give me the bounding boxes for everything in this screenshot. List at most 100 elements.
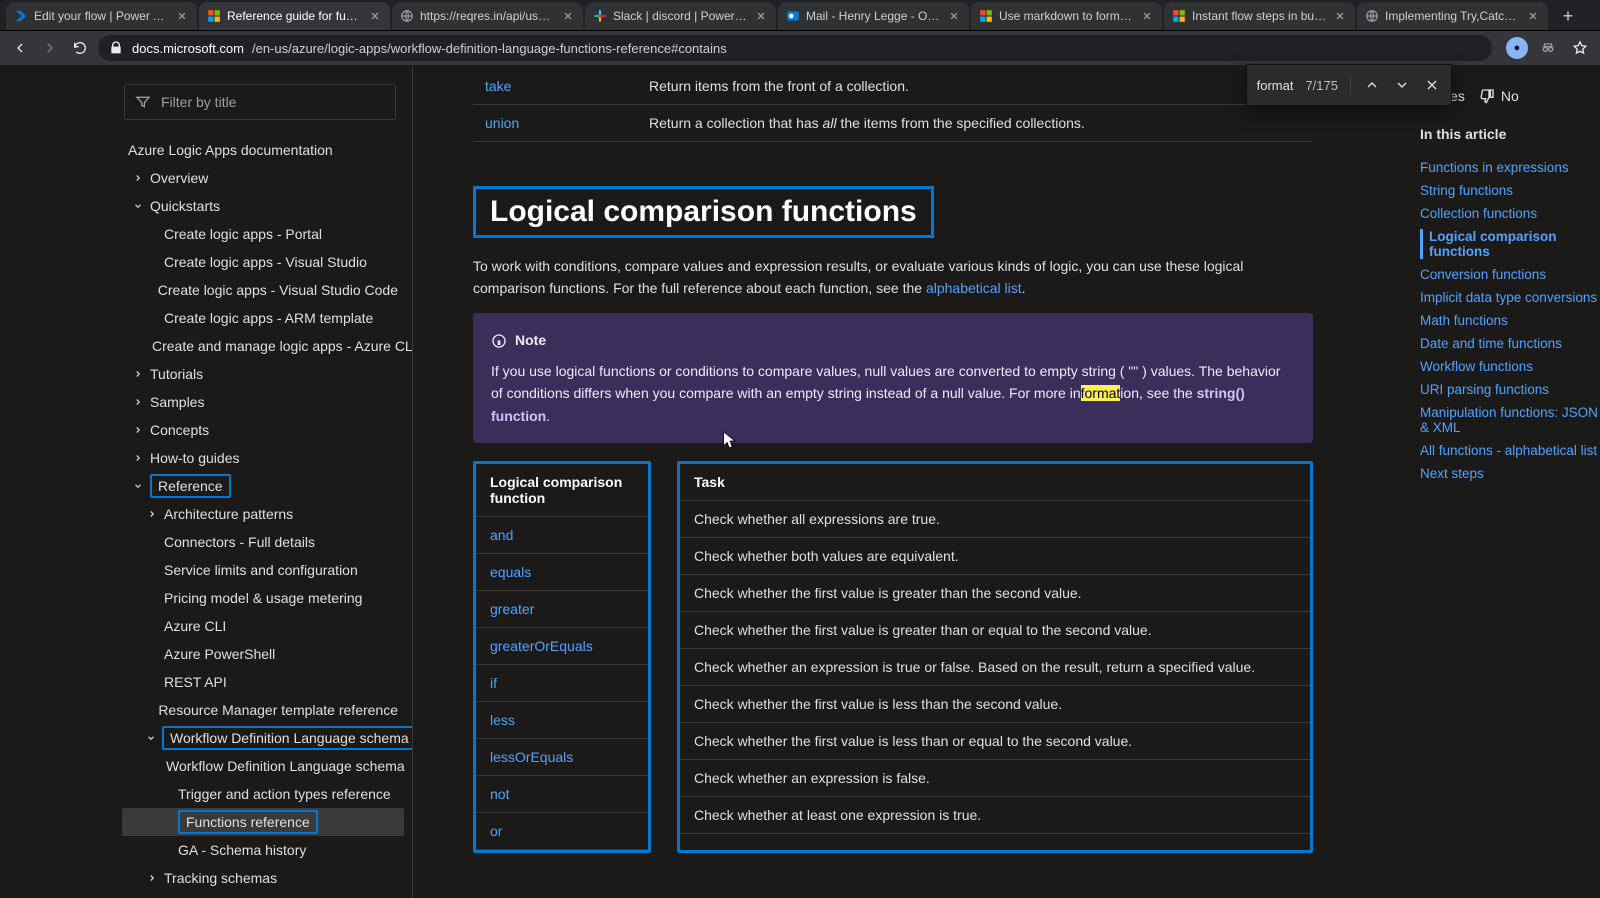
nav-item[interactable]: Samples [122, 388, 404, 416]
find-close-button[interactable] [1423, 76, 1441, 94]
nav-item[interactable]: How-to guides [122, 444, 404, 472]
nav-item-label: Create and manage logic apps - Azure CLI [152, 338, 413, 354]
nav-item[interactable]: Resource Manager template reference [122, 696, 404, 724]
nav-item[interactable]: Pricing model & usage metering [122, 584, 404, 612]
tab-close-icon[interactable] [754, 9, 768, 23]
nav-item[interactable]: Create logic apps - Visual Studio Code [122, 276, 404, 304]
browser-tab[interactable]: Edit your flow | Power Auto [6, 2, 197, 30]
fn-link[interactable]: and [490, 527, 513, 543]
toc-link[interactable]: Conversion functions [1420, 267, 1600, 282]
nav-item[interactable]: Overview [122, 164, 404, 192]
browser-tab[interactable]: Reference guide for functio [199, 2, 390, 30]
nav-item[interactable]: Reference [122, 472, 404, 500]
toc-link[interactable]: String functions [1420, 183, 1600, 198]
nav-item[interactable]: Create logic apps - Visual Studio [122, 248, 404, 276]
nav-item[interactable]: Concepts [122, 416, 404, 444]
browser-tab[interactable]: Instant flow steps in busines [1164, 2, 1355, 30]
nav-item[interactable]: Tutorials [122, 360, 404, 388]
fn-link[interactable]: greaterOrEquals [490, 638, 593, 654]
browser-tab[interactable]: Mail - Henry Legge - Outlo [778, 2, 969, 30]
feedback-no[interactable]: No [1479, 88, 1519, 104]
nav-item-label: Create logic apps - ARM template [164, 310, 373, 326]
nav-item[interactable]: Functions reference [122, 808, 404, 836]
toc-link[interactable]: Logical comparison functions [1420, 229, 1600, 259]
tab-close-icon[interactable] [175, 9, 189, 23]
nav-item[interactable]: Connectors - Full details [122, 528, 404, 556]
tab-favicon [1172, 9, 1186, 23]
nav-item[interactable]: Azure Policy built-ins [122, 892, 404, 898]
nav-item[interactable]: Create logic apps - Portal [122, 220, 404, 248]
fn-link[interactable]: greater [490, 601, 534, 617]
url-bar[interactable]: docs.microsoft.com/en-us/azure/logic-app… [98, 35, 1492, 61]
back-button[interactable] [8, 36, 32, 60]
tab-close-icon[interactable] [947, 9, 961, 23]
nav-item[interactable]: Create logic apps - ARM template [122, 304, 404, 332]
tab-close-icon[interactable] [561, 9, 575, 23]
reload-button[interactable] [68, 36, 92, 60]
browser-tab[interactable]: Use markdown to format Po [971, 2, 1162, 30]
toc-link[interactable]: URI parsing functions [1420, 382, 1600, 397]
nav-item[interactable]: Workflow Definition Language schema [122, 752, 404, 780]
right-pane: Yes No In this article Functions in expr… [1414, 64, 1600, 898]
nav-item[interactable]: Azure CLI [122, 612, 404, 640]
fn-link[interactable]: or [490, 823, 502, 839]
find-in-page[interactable]: format 7/175 [1246, 64, 1452, 106]
nav-item[interactable]: Azure PowerShell [122, 640, 404, 668]
nav-item-label: Create logic apps - Visual Studio Code [158, 282, 398, 298]
tab-favicon [1365, 9, 1379, 23]
chevron-right-icon [146, 873, 158, 883]
fn-link[interactable]: take [485, 78, 511, 94]
tab-title: Mail - Henry Legge - Outlo [806, 9, 941, 23]
compare-header-fn: Logical comparison function [476, 464, 648, 517]
table-row: lessOrEquals [476, 738, 648, 775]
nav-item[interactable]: REST API [122, 668, 404, 696]
fn-link[interactable]: union [485, 115, 519, 131]
toc-link[interactable]: All functions - alphabetical list [1420, 443, 1600, 458]
toc-link[interactable]: Next steps [1420, 466, 1600, 481]
filter-input[interactable]: Filter by title [124, 84, 396, 120]
tab-close-icon[interactable] [368, 9, 382, 23]
toc-link[interactable]: Manipulation functions: JSON & XML [1420, 405, 1600, 435]
nav-item[interactable]: GA - Schema history [122, 836, 404, 864]
fn-link[interactable]: equals [490, 564, 531, 580]
nav-item[interactable]: Architecture patterns [122, 500, 404, 528]
nav-item[interactable]: Tracking schemas [122, 864, 404, 892]
forward-button[interactable] [38, 36, 62, 60]
toc-link[interactable]: Workflow functions [1420, 359, 1600, 374]
alphabetical-list-link[interactable]: alphabetical list [926, 280, 1022, 296]
browser-tab[interactable]: Implementing Try,Catch and [1357, 2, 1548, 30]
nav-item[interactable]: Trigger and action types reference [122, 780, 404, 808]
nav-item[interactable]: Create and manage logic apps - Azure CLI [122, 332, 404, 360]
toc-list: Functions in expressions String functions… [1420, 160, 1600, 481]
nav-item-label: Concepts [150, 422, 209, 438]
profile-avatar[interactable]: ● [1506, 37, 1528, 59]
toc-link[interactable]: Implicit data type conversions [1420, 290, 1600, 305]
new-tab-button[interactable]: + [1554, 2, 1582, 30]
tab-title: Edit your flow | Power Auto [34, 9, 169, 23]
fn-link[interactable]: lessOrEquals [490, 749, 573, 765]
table-row: if [476, 664, 648, 701]
browser-tab[interactable]: https://reqres.in/api/users? [392, 2, 583, 30]
find-prev-button[interactable] [1363, 76, 1381, 94]
tab-close-icon[interactable] [1333, 9, 1347, 23]
toc-link[interactable]: Math functions [1420, 313, 1600, 328]
nav-item[interactable]: Quickstarts [122, 192, 404, 220]
toc-link[interactable]: Functions in expressions [1420, 160, 1600, 175]
chevron-down-icon [146, 733, 156, 743]
find-next-button[interactable] [1393, 76, 1411, 94]
star-icon[interactable] [1568, 36, 1592, 60]
nav-item[interactable]: Service limits and configuration [122, 556, 404, 584]
tab-close-icon[interactable] [1526, 9, 1540, 23]
nav-top[interactable]: Azure Logic Apps documentation [122, 136, 404, 164]
tab-close-icon[interactable] [1140, 9, 1154, 23]
toc-link[interactable]: Collection functions [1420, 206, 1600, 221]
fn-link[interactable]: not [490, 786, 509, 802]
fn-link[interactable]: if [490, 675, 497, 691]
browser-tab[interactable]: Slack | discord | Power Aut [585, 2, 776, 30]
toc-link[interactable]: Date and time functions [1420, 336, 1600, 351]
url-path: /en-us/azure/logic-apps/workflow-definit… [252, 41, 727, 56]
fn-task: Check whether the first value is greater… [680, 611, 1310, 648]
page: Filter by title Azure Logic Apps documen… [0, 64, 1600, 898]
nav-item[interactable]: Workflow Definition Language schema [122, 724, 404, 752]
fn-link[interactable]: less [490, 712, 515, 728]
